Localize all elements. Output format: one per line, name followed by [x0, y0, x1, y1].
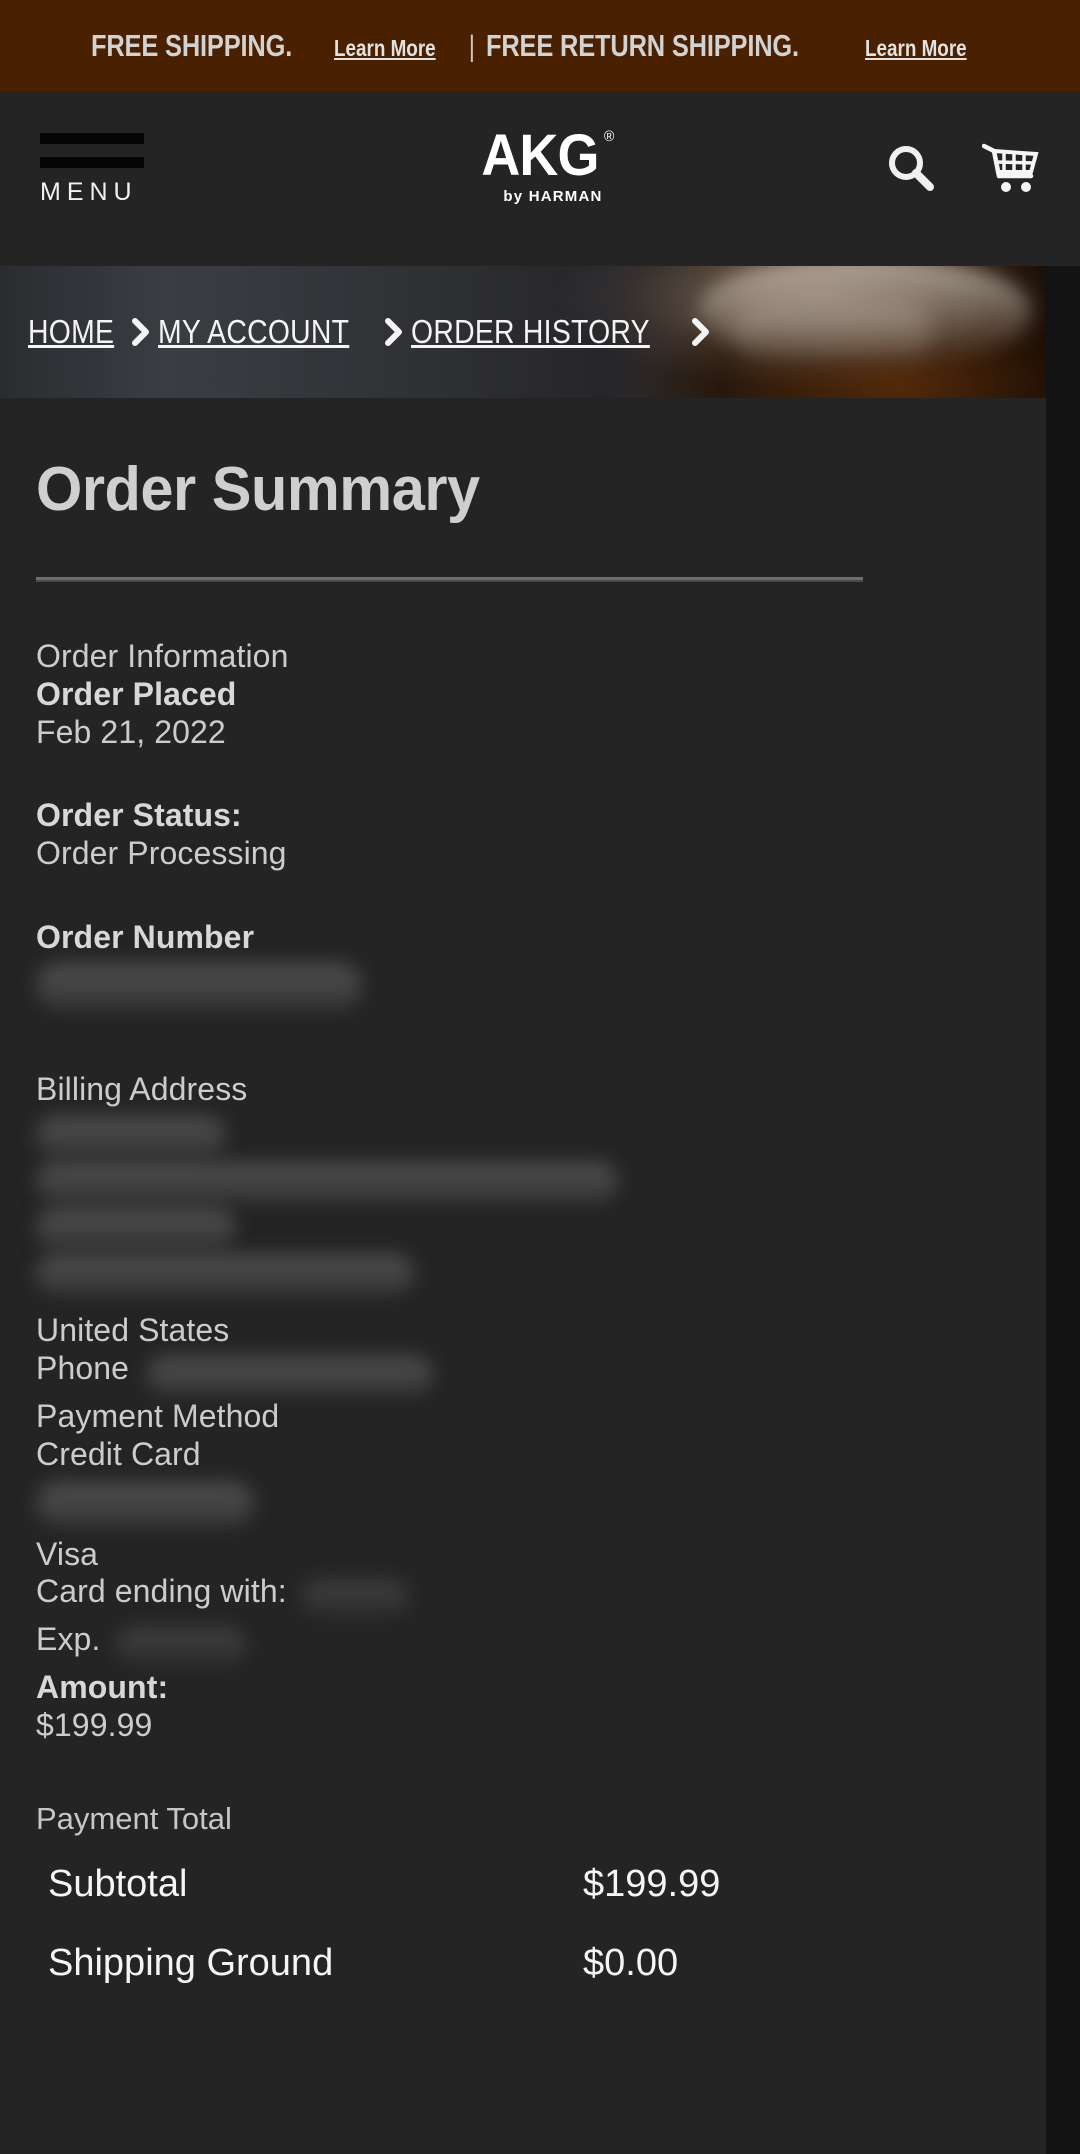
billing-city-redacted: [36, 1208, 236, 1249]
registered-trademark-icon: ®: [604, 128, 614, 145]
order-information-section: Order Information Order Placed Feb 21, 2…: [36, 638, 1010, 1009]
order-placed-value: Feb 21, 2022: [36, 713, 226, 750]
payment-method-section: Payment Method Credit Card Visa Card end…: [36, 1398, 1010, 1745]
card-expiry-label: Exp.: [36, 1621, 101, 1658]
order-number-label: Order Number: [36, 918, 255, 955]
breadcrumb-item-my-account[interactable]: MY ACCOUNT: [158, 313, 349, 351]
payment-amount-value: $199.99: [36, 1707, 153, 1743]
payment-amount-label: Amount:: [36, 1669, 169, 1706]
card-ending-redacted: [301, 1580, 410, 1617]
promo-banner-content: FREE SHIPPING. Learn More | FREE RETURN …: [91, 28, 990, 64]
akg-logo-text: AKG: [481, 123, 599, 188]
breadcrumb-item-home[interactable]: HOME: [28, 313, 114, 351]
promo-separator: |: [468, 29, 475, 63]
shipping-label: Shipping Ground: [48, 1941, 334, 1984]
card-ending-label: Card ending with:: [36, 1573, 287, 1610]
shopping-cart-icon-glyph: [982, 143, 1039, 192]
payment-total-section: Payment Total Subtotal $199.99 Shipping …: [36, 1801, 1010, 1985]
billing-street-redacted: [36, 1162, 618, 1203]
order-status-value: Order Processing: [36, 835, 287, 871]
payment-total-heading: Payment Total: [36, 1800, 232, 1836]
subtotal-value: $199.99: [583, 1862, 721, 1905]
search-icon-glyph: [889, 146, 934, 191]
card-brand: Visa: [36, 1535, 99, 1572]
promo-message-2: FREE RETURN SHIPPING.: [485, 27, 799, 63]
shopping-cart-icon[interactable]: [982, 139, 1040, 197]
billing-country: United States: [36, 1312, 230, 1349]
payment-total-row: Subtotal $199.99: [36, 1863, 1010, 1906]
akg-logo-wordmark: AKG ®: [481, 127, 614, 185]
chevron-right-icon: [383, 316, 405, 348]
site-header: MENU AKG ® by HARMAN: [0, 91, 1080, 266]
payment-total-row: Shipping Ground $0.00: [36, 1942, 1010, 1985]
payment-account-redacted: [36, 1481, 254, 1526]
page-title: Order Summary: [36, 455, 480, 524]
breadcrumb-current-redacted: [732, 304, 933, 360]
promo-learn-more-link-2[interactable]: Learn More: [865, 35, 967, 62]
header-icon-group: [882, 139, 1040, 197]
order-placed-label: Order Placed: [36, 675, 237, 712]
billing-phone-redacted: [147, 1355, 434, 1394]
billing-name-redacted: [36, 1116, 226, 1157]
subtotal-label: Subtotal: [48, 1862, 188, 1905]
order-information-heading: Order Information: [36, 638, 289, 674]
promo-banner: FREE SHIPPING. Learn More | FREE RETURN …: [0, 0, 1080, 91]
order-number-value-redacted: [36, 962, 362, 1009]
chevron-right-icon: [690, 316, 712, 348]
order-summary-page: FREE SHIPPING. Learn More | FREE RETURN …: [0, 0, 1080, 2154]
billing-address-section: Billing Address United States Phone: [36, 1071, 1010, 1395]
billing-phone-label: Phone: [36, 1350, 130, 1386]
search-icon[interactable]: [882, 139, 940, 197]
promo-learn-more-link-1[interactable]: Learn More: [334, 35, 436, 62]
payment-method-value: Credit Card: [36, 1435, 201, 1472]
breadcrumb-item-order-history[interactable]: ORDER HISTORY: [411, 313, 650, 351]
breadcrumb: HOME MY ACCOUNT ORDER HISTORY: [28, 266, 933, 398]
chevron-right-icon: [130, 316, 152, 348]
breadcrumb-hero: HOME MY ACCOUNT ORDER HISTORY: [0, 266, 1046, 398]
order-status-label: Order Status:: [36, 797, 242, 834]
billing-region-redacted: [36, 1254, 414, 1295]
main-content: Order Summary Order Information Order Pl…: [0, 398, 1046, 2154]
promo-message-1: FREE SHIPPING.: [90, 27, 292, 63]
title-divider: [36, 577, 863, 580]
billing-address-heading: Billing Address: [36, 1070, 248, 1107]
payment-method-label: Payment Method: [36, 1398, 280, 1434]
shipping-value: $0.00: [583, 1941, 679, 1984]
card-expiry-redacted: [114, 1627, 247, 1666]
